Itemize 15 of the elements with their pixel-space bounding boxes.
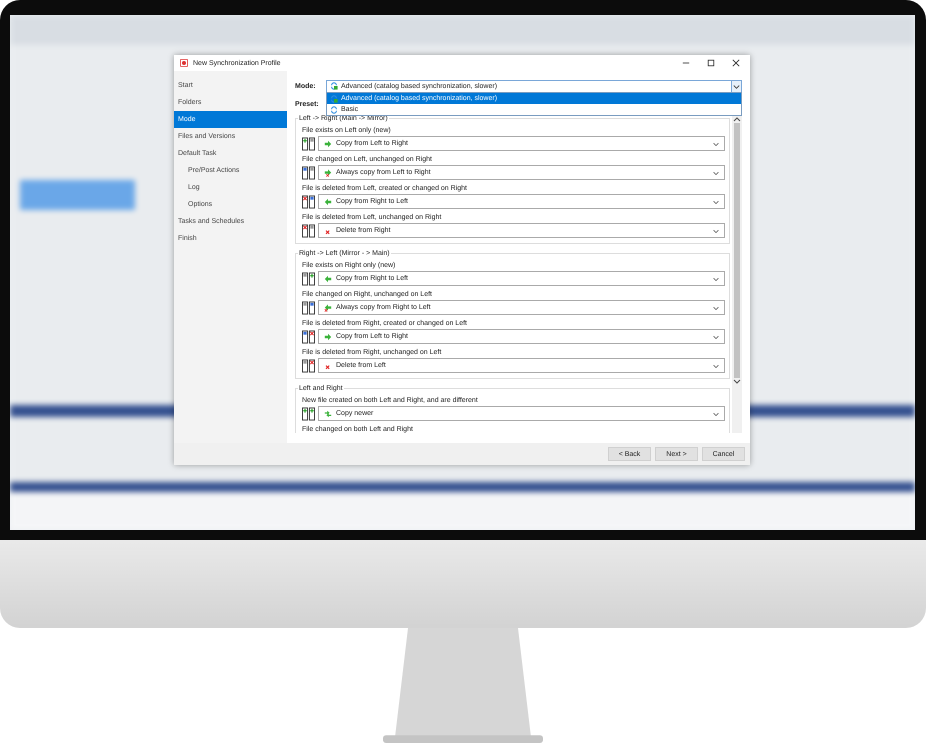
double-arrow-icon [324,410,332,418]
left-arrow-icon [324,274,332,282]
right-arrow-icon [324,332,332,340]
maximize-icon[interactable] [707,59,715,67]
scroll-down-icon[interactable] [732,378,742,386]
scroll-up-icon[interactable] [732,115,742,123]
app-icon [180,59,188,67]
left-arrow-icon [324,198,332,206]
scrollbar[interactable] [732,115,742,433]
sync-icon [330,106,338,114]
sync-database-icon [330,94,338,102]
arrow-with-cross-icon [324,304,332,312]
arrow-with-cross-icon [324,168,332,176]
right-arrow-icon [324,140,332,148]
close-icon[interactable] [732,59,740,67]
